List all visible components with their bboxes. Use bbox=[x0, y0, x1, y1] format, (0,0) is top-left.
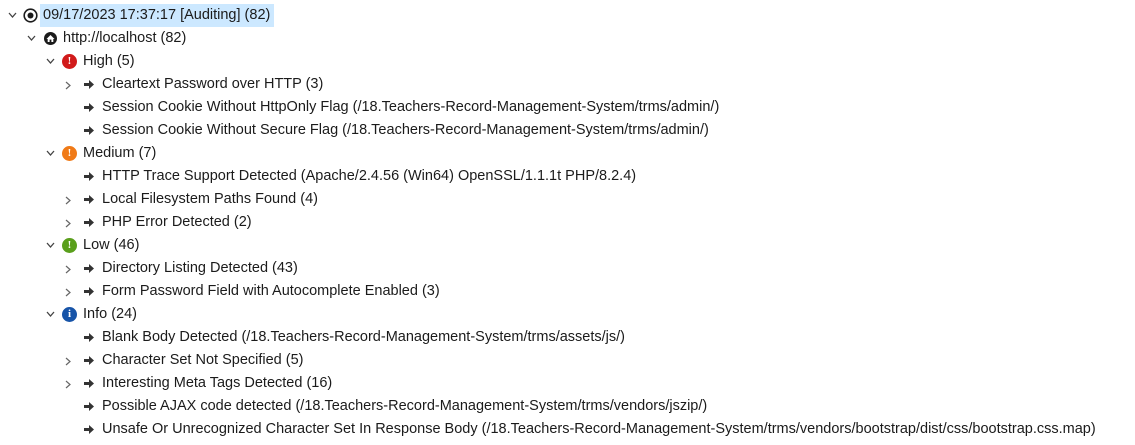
tree-item[interactable]: Blank Body Detected (/18.Teachers-Record… bbox=[0, 326, 1135, 349]
alert-label: Blank Body Detected (/18.Teachers-Record… bbox=[102, 329, 626, 345]
chevron-right-icon[interactable] bbox=[63, 280, 75, 303]
arrow-right-icon bbox=[82, 261, 97, 276]
tree-item[interactable]: Session Cookie Without HttpOnly Flag (/1… bbox=[0, 96, 1135, 119]
alert-label: Session Cookie Without Secure Flag (/18.… bbox=[102, 122, 709, 138]
chevron-down-icon[interactable] bbox=[44, 234, 56, 257]
tree-item[interactable]: Possible AJAX code detected (/18.Teacher… bbox=[0, 395, 1135, 418]
chevron-down-icon[interactable] bbox=[44, 303, 56, 326]
severity-label: Medium (7) bbox=[83, 145, 157, 161]
arrow-right-icon bbox=[82, 284, 97, 299]
scan-title: 09/17/2023 17:37:17 [Auditing] (82) bbox=[40, 4, 275, 27]
host-label: http://localhost (82) bbox=[63, 30, 187, 46]
severity-label: Info (24) bbox=[83, 306, 137, 322]
tree-item[interactable]: Interesting Meta Tags Detected (16) bbox=[0, 372, 1135, 395]
tree-item[interactable]: Form Password Field with Autocomplete En… bbox=[0, 280, 1135, 303]
alert-label: Local Filesystem Paths Found (4) bbox=[102, 191, 318, 207]
tree-node-info[interactable]: i Info (24) bbox=[0, 303, 1135, 326]
alert-label: Character Set Not Specified (5) bbox=[102, 352, 304, 368]
chevron-down-icon[interactable] bbox=[44, 142, 56, 165]
tree-node-low[interactable]: ! Low (46) bbox=[0, 234, 1135, 257]
chevron-right-icon[interactable] bbox=[63, 188, 75, 211]
tree-item[interactable]: Character Set Not Specified (5) bbox=[0, 349, 1135, 372]
severity-label: Low (46) bbox=[83, 237, 140, 253]
arrow-right-icon bbox=[82, 422, 97, 437]
alert-label: HTTP Trace Support Detected (Apache/2.4.… bbox=[102, 168, 637, 184]
severity-label: High (5) bbox=[83, 53, 135, 69]
tree-node-medium[interactable]: ! Medium (7) bbox=[0, 142, 1135, 165]
info-severity-icon: i bbox=[62, 307, 77, 322]
tree-item[interactable]: Local Filesystem Paths Found (4) bbox=[0, 188, 1135, 211]
chevron-right-icon[interactable] bbox=[63, 372, 75, 395]
alert-label: Interesting Meta Tags Detected (16) bbox=[102, 375, 333, 391]
arrow-right-icon bbox=[82, 399, 97, 414]
chevron-down-icon[interactable] bbox=[25, 27, 37, 50]
tree-item[interactable]: Directory Listing Detected (43) bbox=[0, 257, 1135, 280]
tree-item[interactable]: Session Cookie Without Secure Flag (/18.… bbox=[0, 119, 1135, 142]
alert-label: Unsafe Or Unrecognized Character Set In … bbox=[102, 421, 1096, 437]
alert-label: Session Cookie Without HttpOnly Flag (/1… bbox=[102, 99, 720, 115]
chevron-right-icon[interactable] bbox=[63, 73, 75, 96]
chevron-right-icon[interactable] bbox=[63, 349, 75, 372]
alert-label: Form Password Field with Autocomplete En… bbox=[102, 283, 440, 299]
arrow-right-icon bbox=[82, 376, 97, 391]
arrow-right-icon bbox=[82, 330, 97, 345]
chevron-down-icon[interactable] bbox=[44, 50, 56, 73]
chevron-right-icon[interactable] bbox=[63, 211, 75, 234]
arrow-right-icon bbox=[82, 100, 97, 115]
chevron-down-icon[interactable] bbox=[6, 4, 18, 27]
tree-item[interactable]: Unsafe Or Unrecognized Character Set In … bbox=[0, 418, 1135, 441]
low-severity-icon: ! bbox=[62, 238, 77, 253]
alert-label: Possible AJAX code detected (/18.Teacher… bbox=[102, 398, 708, 414]
high-severity-icon: ! bbox=[62, 54, 77, 69]
tree-item[interactable]: Cleartext Password over HTTP (3) bbox=[0, 73, 1135, 96]
medium-severity-icon: ! bbox=[62, 146, 77, 161]
alert-label: PHP Error Detected (2) bbox=[102, 214, 252, 230]
alert-label: Cleartext Password over HTTP (3) bbox=[102, 76, 324, 92]
tree-item[interactable]: HTTP Trace Support Detected (Apache/2.4.… bbox=[0, 165, 1135, 188]
arrow-right-icon bbox=[82, 192, 97, 207]
tree-node-host[interactable]: http://localhost (82) bbox=[0, 27, 1135, 50]
tree-item[interactable]: PHP Error Detected (2) bbox=[0, 211, 1135, 234]
chevron-right-icon[interactable] bbox=[63, 257, 75, 280]
arrow-right-icon bbox=[82, 169, 97, 184]
alert-label: Directory Listing Detected (43) bbox=[102, 260, 298, 276]
host-icon bbox=[43, 31, 58, 46]
arrow-right-icon bbox=[82, 77, 97, 92]
scan-results-tree: 09/17/2023 17:37:17 [Auditing] (82) http… bbox=[0, 4, 1135, 441]
tree-node-high[interactable]: ! High (5) bbox=[0, 50, 1135, 73]
tree-root-scan[interactable]: 09/17/2023 17:37:17 [Auditing] (82) bbox=[0, 4, 1135, 27]
arrow-right-icon bbox=[82, 215, 97, 230]
arrow-right-icon bbox=[82, 123, 97, 138]
target-icon bbox=[23, 8, 38, 23]
arrow-right-icon bbox=[82, 353, 97, 368]
